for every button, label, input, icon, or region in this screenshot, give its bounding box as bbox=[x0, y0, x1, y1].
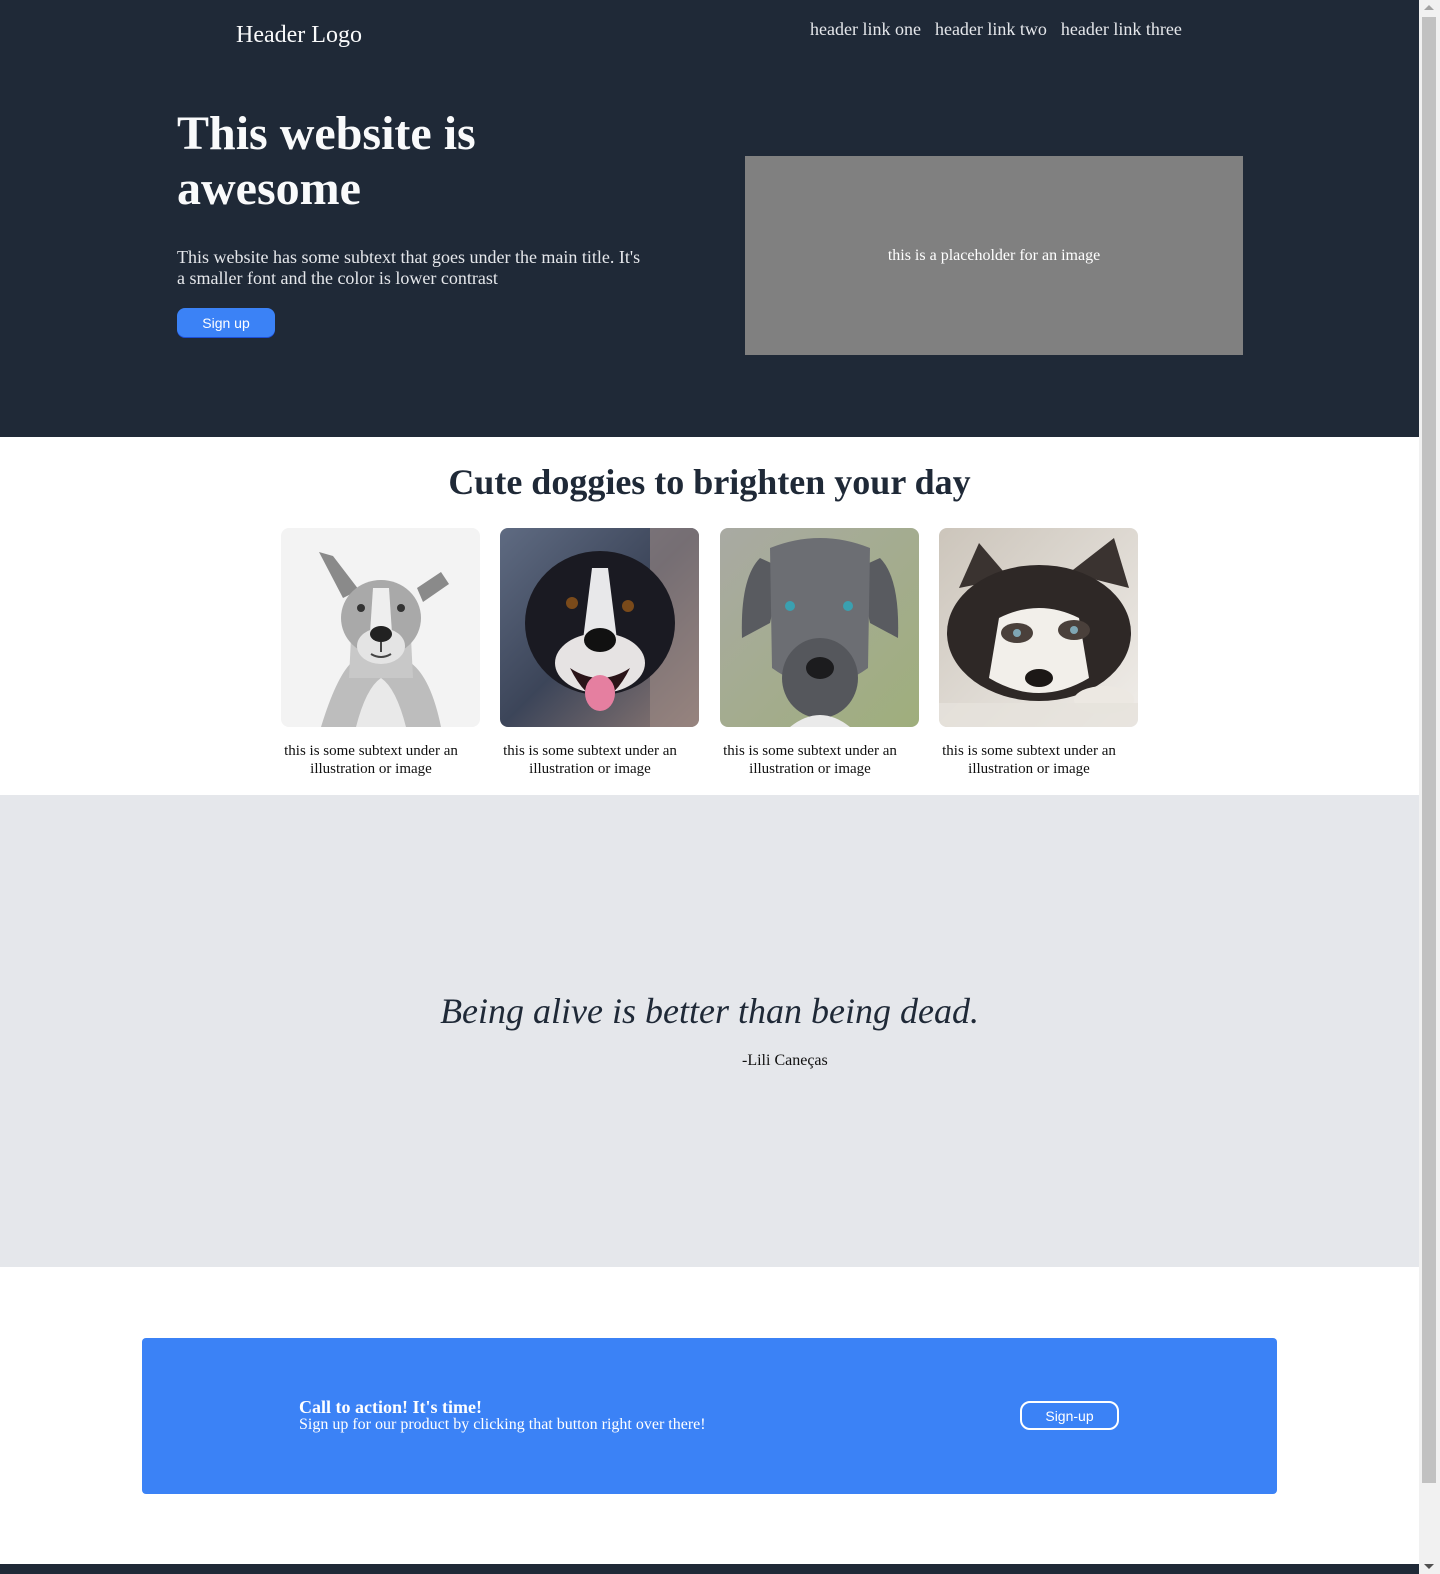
header-logo[interactable]: Header Logo bbox=[236, 22, 362, 49]
hero-section: Header Logo header link one header link … bbox=[0, 0, 1419, 437]
dog-card: this is some subtext under an illustrati… bbox=[500, 528, 700, 778]
dog-card: this is some subtext under an illustrati… bbox=[281, 528, 481, 778]
quote-section: Being alive is better than being dead. -… bbox=[0, 795, 1419, 1267]
dog-card: this is some subtext under an illustrati… bbox=[720, 528, 920, 778]
scrollbar-thumb[interactable] bbox=[1422, 17, 1436, 1483]
dog-card-caption: this is some subtext under an illustrati… bbox=[942, 743, 1116, 777]
vertical-scrollbar[interactable] bbox=[1419, 0, 1440, 1574]
footer bbox=[0, 1564, 1419, 1574]
quote-author: -Lili Caneças bbox=[742, 1052, 828, 1069]
dog-photo-gray-pitbull-icon bbox=[281, 528, 480, 727]
header-nav: header link one header link two header l… bbox=[810, 19, 1182, 40]
header-link-one[interactable]: header link one bbox=[810, 19, 921, 40]
dogs-section-title: Cute doggies to brighten your day bbox=[448, 462, 971, 502]
dog-card-caption: this is some subtext under an illustrati… bbox=[503, 743, 677, 777]
dog-photo-husky-puppy-icon bbox=[939, 528, 1138, 727]
page: Header Logo header link one header link … bbox=[0, 0, 1440, 1574]
header-link-two[interactable]: header link two bbox=[935, 19, 1047, 40]
hero-title: This website is awesome bbox=[177, 107, 476, 215]
quote-text: Being alive is better than being dead. bbox=[440, 991, 979, 1031]
scroll-down-arrow-icon[interactable] bbox=[1424, 1564, 1434, 1569]
dog-card-caption: this is some subtext under an illustrati… bbox=[723, 743, 897, 777]
dog-card-caption: this is some subtext under an illustrati… bbox=[284, 743, 458, 777]
scroll-up-arrow-icon[interactable] bbox=[1424, 5, 1434, 10]
header-link-three[interactable]: header link three bbox=[1061, 19, 1182, 40]
cta-banner: Call to action! It's time! Sign up for o… bbox=[142, 1338, 1277, 1494]
cta-signup-button[interactable]: Sign-up bbox=[1020, 1401, 1119, 1430]
cta-title: Call to action! It's time! bbox=[299, 1397, 482, 1417]
dog-card: this is some subtext under an illustrati… bbox=[939, 528, 1139, 778]
dog-photo-great-dane-icon bbox=[720, 528, 919, 727]
hero-image-placeholder: this is a placeholder for an image bbox=[745, 156, 1243, 355]
signup-button[interactable]: Sign up bbox=[177, 308, 275, 337]
page-content: Header Logo header link one header link … bbox=[0, 0, 1419, 1574]
hero-subtext: This website has some subtext that goes … bbox=[177, 247, 641, 288]
cta-subtext: Sign up for our product by clicking that… bbox=[299, 1416, 706, 1433]
hero-image-placeholder-text: this is a placeholder for an image bbox=[887, 246, 1101, 264]
dog-photo-border-collie-icon bbox=[500, 528, 699, 727]
